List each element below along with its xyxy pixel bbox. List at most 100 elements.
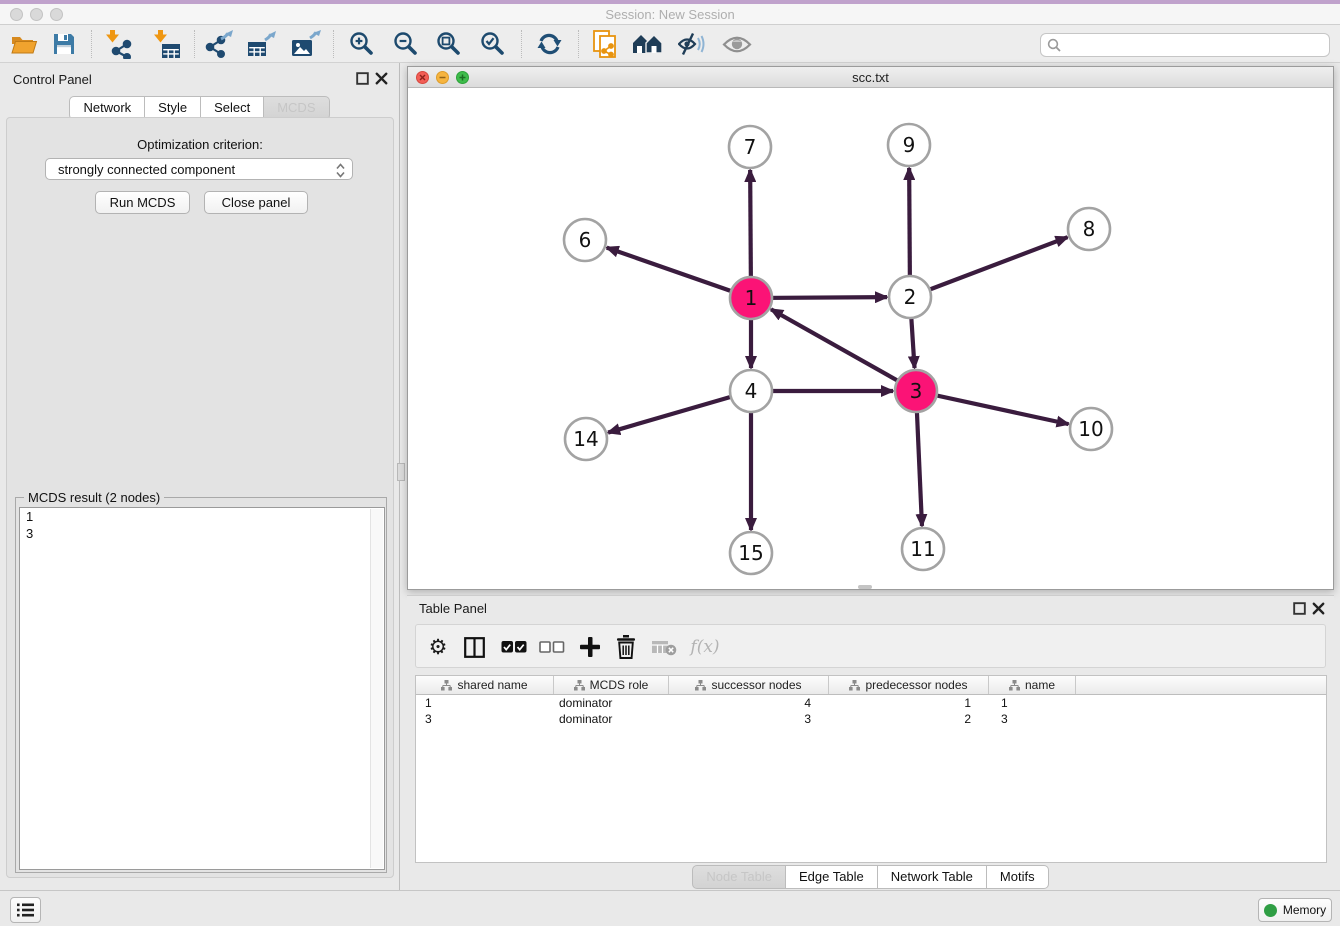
tab-node-table[interactable]: Node Table — [692, 865, 786, 889]
close-panel-icon[interactable] — [375, 72, 388, 85]
table-cell[interactable]: 2 — [829, 711, 989, 727]
graph-node-label: 1 — [745, 286, 758, 310]
table-cell[interactable]: 1 — [416, 695, 554, 711]
table-cell[interactable]: 4 — [669, 695, 829, 711]
memory-button[interactable]: Memory — [1258, 898, 1332, 922]
table-cell[interactable]: 3 — [989, 711, 1076, 727]
float-panel-icon[interactable] — [356, 72, 369, 85]
table-header-row: shared name MCDS role successor nodes prede… — [416, 676, 1326, 695]
save-icon — [52, 32, 76, 56]
criterion-select[interactable]: strongly connected component — [45, 158, 353, 180]
column-header-label: shared name — [457, 678, 527, 692]
function-builder-button[interactable]: f(x) — [688, 632, 722, 662]
search-icon — [1047, 38, 1061, 52]
network-window: scc.txt 7968124314101511 — [407, 66, 1334, 590]
mcds-result-title: MCDS result (2 nodes) — [24, 490, 164, 505]
graph-edge-4-14[interactable] — [608, 391, 751, 433]
select-stepper-icon — [336, 163, 345, 181]
table-cell[interactable]: 3 — [416, 711, 554, 727]
save-session-button[interactable] — [45, 27, 83, 61]
houses-button[interactable] — [629, 27, 667, 61]
graph-edge-3-10[interactable] — [916, 391, 1069, 424]
apply-layout-button[interactable] — [530, 27, 568, 61]
close-panel-button[interactable]: Close panel — [204, 191, 308, 214]
import-table-button[interactable] — [147, 27, 185, 61]
mcds-result-list[interactable]: 1 3 — [19, 507, 385, 870]
list-icon — [16, 902, 35, 918]
graph-edge-1-6[interactable] — [607, 248, 751, 298]
table-cell[interactable]: 1 — [989, 695, 1076, 711]
zoom-out-button[interactable] — [387, 27, 425, 61]
graph-edge-3-1[interactable] — [771, 309, 916, 391]
control-panel: Control Panel Network Style Select MCDS … — [0, 63, 400, 890]
column-header-shared-name[interactable]: shared name — [416, 676, 554, 694]
column-header-name[interactable]: name — [989, 676, 1076, 694]
show-eye-button[interactable] — [718, 27, 756, 61]
deselect-all-rows-button[interactable] — [538, 632, 566, 662]
search-field[interactable] — [1040, 33, 1330, 57]
deselect-all-icon — [539, 640, 565, 654]
zoom-in-icon — [349, 31, 375, 57]
table-settings-button[interactable]: ⚙ — [426, 632, 450, 662]
close-table-panel-icon[interactable] — [1312, 602, 1325, 615]
tab-edge-table[interactable]: Edge Table — [786, 865, 878, 889]
hierarchy-icon — [849, 680, 860, 691]
open-folder-icon — [10, 32, 38, 56]
export-network-button[interactable] — [200, 27, 238, 61]
graph-node-label: 4 — [745, 379, 758, 403]
add-row-button[interactable] — [577, 632, 603, 662]
table-cell[interactable]: dominator — [554, 695, 669, 711]
table-row[interactable]: 3dominator323 — [416, 711, 1326, 727]
new-network-from-selection-button[interactable] — [586, 27, 624, 61]
table-tabs: Node Table Edge Table Network Table Moti… — [407, 865, 1334, 889]
search-input[interactable] — [1065, 38, 1329, 53]
column-header-label: successor nodes — [711, 678, 801, 692]
table-cell[interactable]: 3 — [669, 711, 829, 727]
column-header-MCDS-role[interactable]: MCDS role — [554, 676, 669, 694]
graph-node-label: 9 — [903, 133, 916, 157]
open-session-button[interactable] — [5, 27, 43, 61]
delete-table-icon — [652, 638, 677, 656]
network-canvas[interactable]: 7968124314101511 — [408, 88, 1333, 589]
node-table-grid: shared name MCDS role successor nodes prede… — [415, 675, 1327, 863]
delete-row-button[interactable] — [614, 632, 638, 662]
hide-eye-button[interactable] — [673, 27, 711, 61]
canvas-scroll-nub[interactable] — [858, 585, 872, 589]
run-mcds-button[interactable]: Run MCDS — [95, 191, 190, 214]
task-history-button[interactable] — [10, 897, 41, 923]
column-header-successor-nodes[interactable]: successor nodes — [669, 676, 829, 694]
graph-edge-2-8[interactable] — [910, 237, 1067, 297]
export-table-button[interactable] — [243, 27, 281, 61]
memory-label: Memory — [1283, 903, 1326, 917]
result-item: 3 — [20, 525, 384, 542]
mcds-panel: Optimization criterion: strongly connect… — [6, 117, 394, 878]
zoom-fit-button[interactable] — [430, 27, 468, 61]
import-network-button[interactable] — [99, 27, 137, 61]
zoom-in-button[interactable] — [343, 27, 381, 61]
float-table-panel-icon[interactable] — [1293, 602, 1306, 615]
refresh-icon — [536, 31, 563, 57]
column-header-label: predecessor nodes — [865, 678, 967, 692]
main-toolbar — [0, 25, 1340, 63]
fx-icon: f(x) — [690, 637, 719, 657]
tab-network-table[interactable]: Network Table — [878, 865, 987, 889]
toolbar-separator — [333, 30, 334, 58]
table-cell[interactable]: dominator — [554, 711, 669, 727]
table-cell[interactable]: 1 — [829, 695, 989, 711]
network-window-titlebar[interactable]: scc.txt — [408, 67, 1333, 88]
tab-motifs[interactable]: Motifs — [987, 865, 1049, 889]
export-image-button[interactable] — [287, 27, 325, 61]
column-header-predecessor-nodes[interactable]: predecessor nodes — [829, 676, 989, 694]
destroy-table-button[interactable] — [650, 632, 678, 662]
result-item: 1 — [20, 508, 384, 525]
panel-splitter-handle[interactable] — [397, 463, 405, 481]
control-panel-title: Control Panel — [13, 72, 92, 87]
hierarchy-icon — [574, 680, 585, 691]
houses-icon — [632, 32, 664, 56]
table-toolbar: ⚙ — [415, 624, 1326, 668]
show-columns-button[interactable] — [461, 632, 487, 662]
table-row[interactable]: 1dominator411 — [416, 695, 1326, 711]
result-scrollbar[interactable] — [370, 509, 383, 868]
zoom-selected-button[interactable] — [474, 27, 512, 61]
select-all-rows-button[interactable] — [500, 632, 528, 662]
